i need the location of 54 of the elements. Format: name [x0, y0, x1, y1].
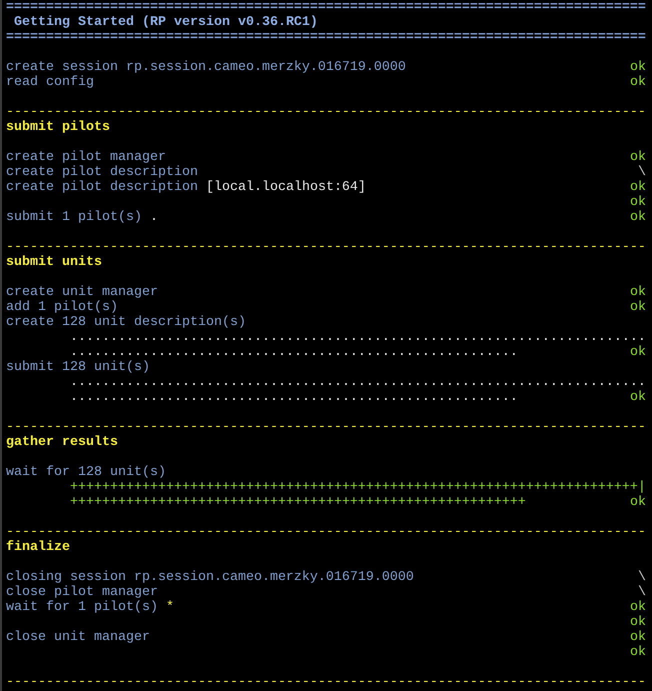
- log-detail: .: [148, 210, 158, 225]
- status-text: \: [638, 585, 646, 600]
- status-text: ok: [630, 630, 646, 645]
- log-text: read config: [6, 75, 94, 90]
- status-text: ok: [630, 150, 646, 165]
- status-text: ok: [630, 60, 646, 75]
- log-text: submit 128 unit(s): [6, 360, 150, 375]
- status-text: ok: [630, 495, 646, 510]
- progress-plus-line: +++++++++++++++++++++++++++++++++++++++++++++++++++++++++: [69, 495, 526, 510]
- status-text: \: [638, 570, 646, 585]
- divider-line: ================================================================================: [6, 0, 646, 15]
- status-text: ok: [630, 390, 646, 405]
- status-text: ok: [630, 75, 646, 90]
- status-text: ok: [630, 615, 646, 630]
- header-title: Getting Started (RP version v0.36.RC1): [13, 15, 318, 30]
- divider-line: ================================================================================: [6, 30, 646, 45]
- log-text: create pilot manager: [6, 150, 166, 165]
- status-text: ok: [630, 600, 646, 615]
- log-text: create pilot description: [6, 165, 198, 180]
- progress-dot-line: ........................................................................: [69, 330, 646, 345]
- progress-marker: *: [164, 600, 174, 615]
- log-text: close unit manager: [6, 630, 150, 645]
- progress-dot-line: ........................................................................: [69, 375, 646, 390]
- progress-dot-line: ........................................................: [69, 390, 518, 405]
- section-title: gather results: [6, 435, 118, 450]
- section-title: finalize: [6, 540, 70, 555]
- progress-dot-line: ........................................................: [69, 345, 518, 360]
- divider-line: --------------------------------------------------------------------------------: [6, 525, 646, 540]
- log-text: wait for 1 pilot(s): [6, 600, 158, 615]
- section-title: submit pilots: [6, 120, 110, 135]
- log-text: create pilot description: [6, 180, 198, 195]
- status-text: ok: [630, 345, 646, 360]
- log-text: close pilot manager: [6, 585, 158, 600]
- log-detail: [local.localhost:64]: [204, 180, 366, 195]
- divider-line: --------------------------------------------------------------------------------: [6, 105, 646, 120]
- status-text: \: [638, 165, 646, 180]
- log-text: wait for 128 unit(s): [6, 465, 166, 480]
- status-text: ok: [630, 645, 646, 660]
- divider-line: --------------------------------------------------------------------------------: [6, 675, 646, 690]
- log-text: closing session rp.session.cameo.merzky.016719.0000: [6, 570, 414, 585]
- log-text: create session rp.session.cameo.merzky.016719.0000: [6, 60, 406, 75]
- divider-line: --------------------------------------------------------------------------------: [6, 420, 646, 435]
- log-text: create 128 unit description(s): [6, 315, 246, 330]
- section-title: submit units: [6, 255, 102, 270]
- status-text: ok: [630, 285, 646, 300]
- log-text: submit 1 pilot(s): [6, 210, 142, 225]
- status-text: ok: [630, 180, 646, 195]
- progress-plus-line: +++++++++++++++++++++++++++++++++++++++++++++++++++++++++++++++++++++++|: [69, 480, 646, 495]
- status-text: ok: [630, 210, 646, 225]
- status-text: ok: [630, 195, 646, 210]
- log-text: add 1 pilot(s): [6, 300, 118, 315]
- log-text: create unit manager: [6, 285, 158, 300]
- status-text: ok: [630, 300, 646, 315]
- divider-line: --------------------------------------------------------------------------------: [6, 240, 646, 255]
